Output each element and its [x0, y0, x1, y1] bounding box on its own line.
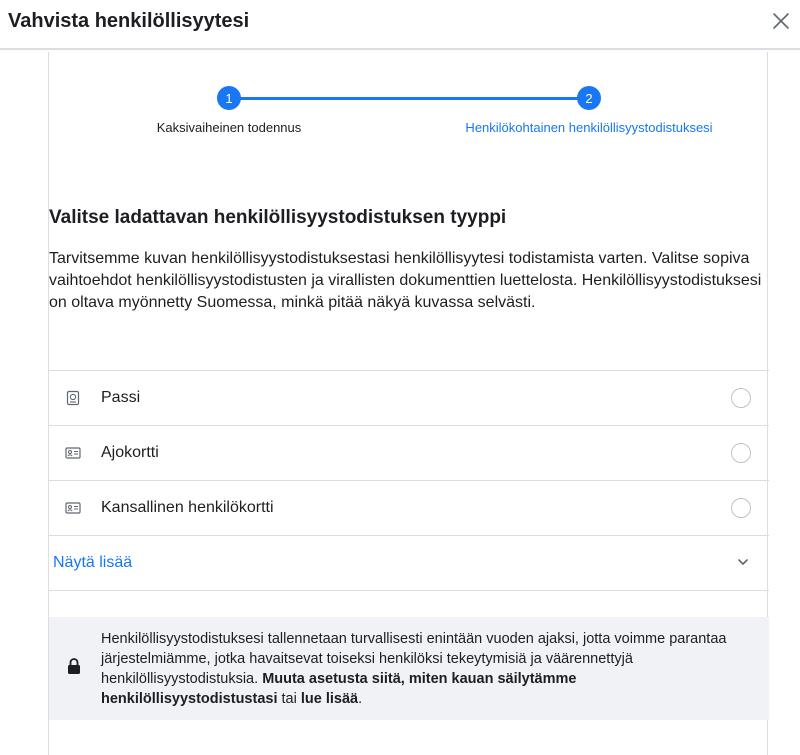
notice-end: .	[358, 691, 363, 707]
notice-text: Henkilöllisyystodistuksesi tallennetaan …	[101, 629, 751, 709]
learn-more-link[interactable]: lue lisää	[301, 691, 358, 707]
notice-connector: tai	[281, 691, 297, 707]
lock-icon	[68, 658, 80, 674]
option-passi[interactable]: Passi	[49, 371, 769, 426]
step-1-indicator: 1	[217, 86, 241, 110]
option-label: Ajokortti	[101, 444, 159, 461]
option-label: Kansallinen henkilökortti	[101, 499, 274, 516]
section-heading: Valitse ladattavan henkilöllisyystodistu…	[49, 207, 507, 228]
section-description: Tarvitsemme kuvan henkilöllisyystodistuk…	[49, 250, 762, 311]
show-more-button[interactable]: Näytä lisää	[49, 536, 769, 591]
id-card-icon	[65, 447, 81, 459]
dialog-body: 1 2 Kaksivaiheinen todennus Henkilökohta…	[48, 52, 769, 755]
id-type-options: Passi Ajokortti Kansallinen henkilökortt…	[49, 370, 769, 591]
chevron-down-icon	[738, 559, 748, 565]
option-radio[interactable]	[731, 443, 751, 463]
show-more-label: Näytä lisää	[53, 554, 133, 571]
step-1-label: Kaksivaiheinen todennus	[156, 120, 302, 135]
stepper: 1 2 Kaksivaiheinen todennus Henkilökohta…	[49, 86, 769, 156]
dialog-header: Vahvista henkilöllisyytesi	[0, 0, 800, 50]
step-connector	[229, 97, 589, 100]
option-label: Passi	[101, 389, 141, 406]
option-kansallinen-henkilokortti[interactable]: Kansallinen henkilökortti	[49, 481, 769, 536]
dialog-title: Vahvista henkilöllisyytesi	[8, 10, 250, 32]
close-icon	[773, 13, 789, 29]
passport-icon	[66, 390, 80, 406]
step-2-indicator: 2	[577, 86, 601, 110]
option-radio[interactable]	[731, 498, 751, 518]
id-card-icon	[65, 502, 81, 514]
step-2-label: Henkilökohtainen henkilöllisyystodistuks…	[465, 120, 713, 135]
option-radio[interactable]	[731, 388, 751, 408]
privacy-notice: Henkilöllisyystodistuksesi tallennetaan …	[49, 617, 769, 720]
option-ajokortti[interactable]: Ajokortti	[49, 426, 769, 481]
close-button[interactable]	[768, 8, 794, 34]
